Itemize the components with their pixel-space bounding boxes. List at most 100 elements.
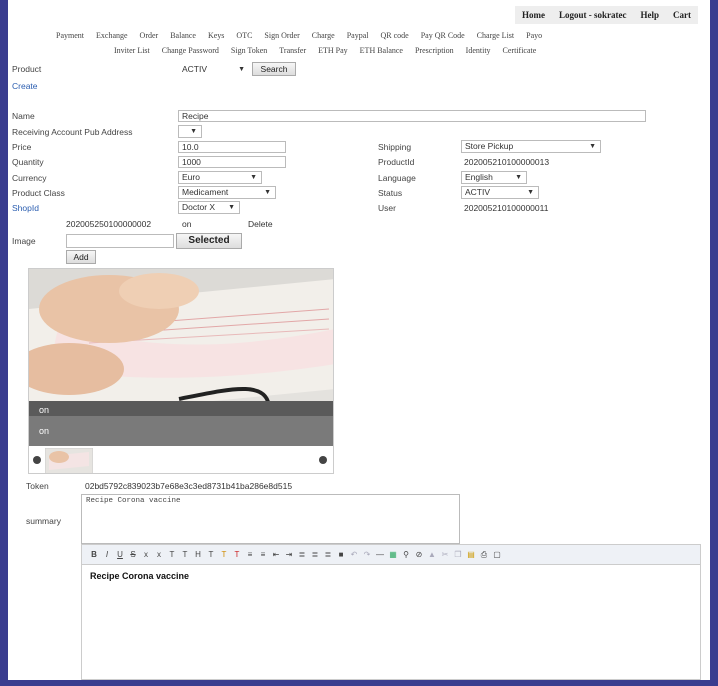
font-family-icon[interactable]: T bbox=[181, 550, 189, 559]
menu-payout[interactable]: Payo bbox=[526, 31, 542, 40]
product-status-value: ACTIV bbox=[182, 64, 208, 74]
superscript-icon[interactable]: x bbox=[155, 550, 163, 559]
menu-eth-balance[interactable]: ETH Balance bbox=[360, 46, 403, 55]
menu-charge-list[interactable]: Charge List bbox=[477, 31, 514, 40]
highlight-icon[interactable]: T bbox=[233, 550, 241, 559]
menu-otc[interactable]: OTC bbox=[236, 31, 252, 40]
shopid-select[interactable]: Doctor X ▼ bbox=[178, 201, 240, 214]
name-input[interactable]: Recipe bbox=[178, 110, 646, 122]
copy-icon[interactable]: ❐ bbox=[454, 550, 462, 559]
preview-icon[interactable]: ▢ bbox=[493, 550, 501, 559]
strikethrough-icon[interactable]: S bbox=[129, 550, 137, 559]
subscript-icon[interactable]: x bbox=[142, 550, 150, 559]
pub-address-select[interactable]: ▼ bbox=[178, 125, 202, 138]
chevron-down-icon: ▼ bbox=[250, 174, 257, 181]
carousel-thumbnail[interactable] bbox=[45, 448, 93, 474]
image-file-input[interactable] bbox=[66, 234, 174, 248]
next-dot-icon[interactable] bbox=[319, 456, 327, 464]
link-icon[interactable]: ⚲ bbox=[402, 550, 410, 559]
align-right-icon[interactable]: ≣ bbox=[324, 550, 332, 559]
italic-icon[interactable]: I bbox=[103, 550, 111, 559]
undo-icon[interactable]: ↶ bbox=[350, 550, 358, 559]
chevron-down-icon: ▼ bbox=[238, 66, 245, 73]
shop-row-on: on bbox=[182, 219, 192, 229]
summary-label: summary bbox=[26, 516, 61, 526]
menu-sign-order[interactable]: Sign Order bbox=[264, 31, 299, 40]
product-search-input[interactable] bbox=[74, 63, 178, 75]
chevron-down-icon: ▼ bbox=[515, 174, 522, 181]
search-button[interactable]: Search bbox=[252, 62, 296, 76]
status-select[interactable]: ACTIV ▼ bbox=[461, 186, 539, 199]
justify-icon[interactable]: ■ bbox=[337, 550, 345, 559]
menu-inviter-list[interactable]: Inviter List bbox=[114, 46, 150, 55]
menu-prescription[interactable]: Prescription bbox=[415, 46, 454, 55]
bold-icon[interactable]: B bbox=[90, 550, 98, 559]
horizontal-rule-icon[interactable]: — bbox=[376, 550, 384, 559]
menu-identity[interactable]: Identity bbox=[466, 46, 491, 55]
image-icon[interactable]: ▲ bbox=[428, 550, 436, 559]
quantity-input[interactable]: 1000 bbox=[178, 156, 286, 168]
currency-select[interactable]: Euro ▼ bbox=[178, 171, 262, 184]
summary-textarea[interactable]: Recipe Corona vaccine bbox=[81, 494, 460, 544]
name-label: Name bbox=[12, 111, 35, 121]
heading-icon[interactable]: H bbox=[194, 550, 202, 559]
redo-icon[interactable]: ↷ bbox=[363, 550, 371, 559]
menu-keys[interactable]: Keys bbox=[208, 31, 224, 40]
menu-paypal[interactable]: Paypal bbox=[347, 31, 369, 40]
status-label: Status bbox=[378, 188, 403, 198]
rich-text-editor[interactable]: B I U S x x T T H T T T ≡ ≡ ⇤ ⇥ ≣ ≣ ≣ ■ … bbox=[81, 544, 701, 680]
create-link[interactable]: Create bbox=[12, 81, 38, 91]
menu-transfer[interactable]: Transfer bbox=[279, 46, 306, 55]
home-link[interactable]: Home bbox=[515, 10, 552, 20]
menu-change-password[interactable]: Change Password bbox=[162, 46, 219, 55]
chevron-down-icon: ▼ bbox=[527, 189, 534, 196]
unordered-list-icon[interactable]: ≡ bbox=[259, 550, 267, 559]
image-selected-button[interactable]: Selected bbox=[176, 233, 242, 249]
carousel-thumbnail-bar bbox=[29, 446, 333, 474]
menu-order[interactable]: Order bbox=[140, 31, 159, 40]
help-link[interactable]: Help bbox=[633, 10, 666, 20]
menu-exchange[interactable]: Exchange bbox=[96, 31, 128, 40]
prev-dot-icon[interactable] bbox=[33, 456, 41, 464]
menu-payment[interactable]: Payment bbox=[56, 31, 84, 40]
text-format-icon[interactable]: T bbox=[207, 550, 215, 559]
underline-icon[interactable]: U bbox=[116, 550, 124, 559]
shipping-select[interactable]: Store Pickup ▼ bbox=[461, 140, 601, 153]
chevron-down-icon: ▼ bbox=[190, 128, 197, 135]
product-status-select[interactable]: ACTIV ▼ bbox=[178, 63, 250, 76]
paste-icon[interactable]: ▤ bbox=[467, 550, 475, 559]
price-input[interactable]: 10.0 bbox=[178, 141, 286, 153]
shopid-link[interactable]: ShopId bbox=[12, 203, 39, 213]
logout-link[interactable]: Logout - sokratec bbox=[552, 10, 634, 20]
shop-row-delete-link[interactable]: Delete bbox=[248, 219, 273, 229]
product-class-label: Product Class bbox=[12, 188, 65, 198]
menu-pay-qr-code[interactable]: Pay QR Code bbox=[421, 31, 465, 40]
cut-icon[interactable]: ✂ bbox=[441, 550, 449, 559]
insert-table-icon[interactable]: ▦ bbox=[389, 550, 397, 559]
add-image-button[interactable]: Add bbox=[66, 250, 96, 264]
font-size-icon[interactable]: T bbox=[168, 550, 176, 559]
print-icon[interactable]: ⎙ bbox=[480, 550, 488, 560]
align-center-icon[interactable]: ≣ bbox=[311, 550, 319, 559]
outdent-icon[interactable]: ⇤ bbox=[272, 550, 280, 559]
menu-eth-pay[interactable]: ETH Pay bbox=[318, 46, 348, 55]
top-nav: Home Logout - sokratec Help Cart bbox=[514, 6, 698, 24]
token-input[interactable]: 02bd5792c839023b7e68e3c3ed8731b41ba286e8… bbox=[81, 480, 321, 492]
menu-sign-token[interactable]: Sign Token bbox=[231, 46, 267, 55]
text-color-icon[interactable]: T bbox=[220, 550, 228, 559]
indent-icon[interactable]: ⇥ bbox=[285, 550, 293, 559]
menu-balance[interactable]: Balance bbox=[170, 31, 196, 40]
product-class-select[interactable]: Medicament ▼ bbox=[178, 186, 276, 199]
ordered-list-icon[interactable]: ≡ bbox=[246, 550, 254, 559]
product-image-carousel[interactable]: on on bbox=[28, 268, 334, 474]
language-label: Language bbox=[378, 173, 416, 183]
editor-content[interactable]: Recipe Corona vaccine bbox=[82, 565, 700, 587]
language-select[interactable]: English ▼ bbox=[461, 171, 527, 184]
menu-certificate[interactable]: Certificate bbox=[503, 46, 537, 55]
menu-charge[interactable]: Charge bbox=[312, 31, 335, 40]
cart-link[interactable]: Cart bbox=[666, 10, 698, 20]
quantity-label: Quantity bbox=[12, 157, 44, 167]
unlink-icon[interactable]: ⊘ bbox=[415, 550, 423, 559]
align-left-icon[interactable]: ≣ bbox=[298, 550, 306, 559]
menu-qr-code[interactable]: QR code bbox=[381, 31, 409, 40]
